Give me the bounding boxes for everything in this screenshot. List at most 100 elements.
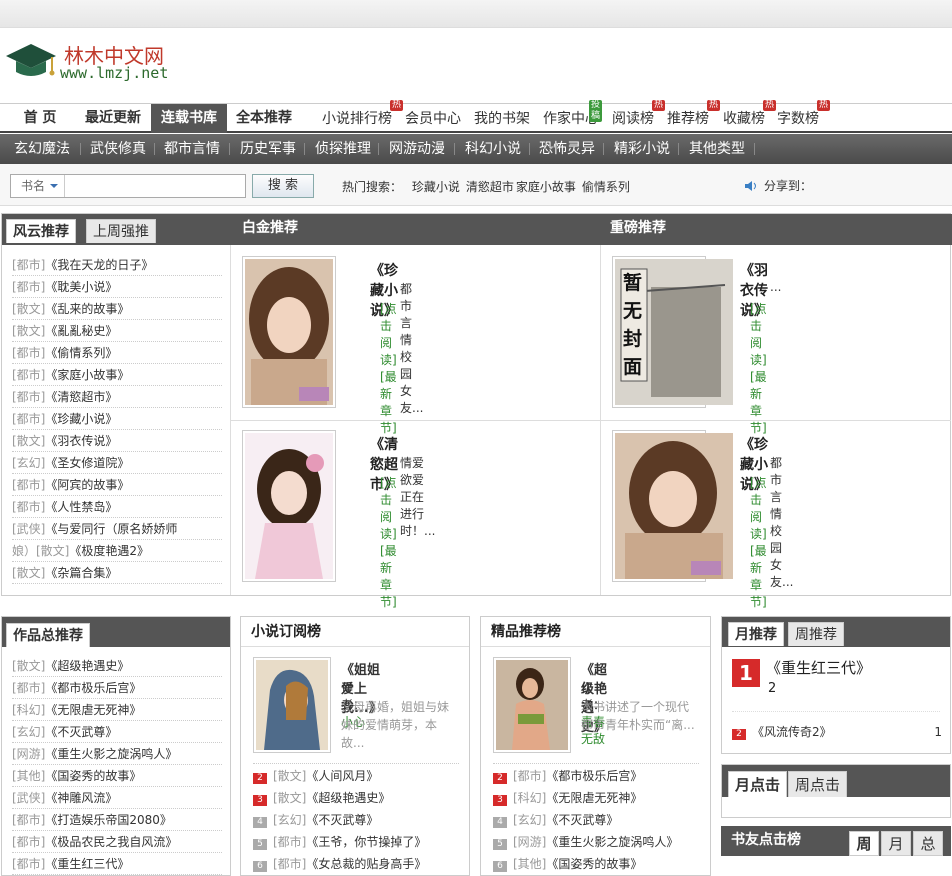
list-item-title[interactable]: 《家庭小故事》	[45, 368, 129, 382]
list-item-title[interactable]: 《羽衣传说》	[45, 434, 117, 448]
tab-week-recommend[interactable]: 周推荐	[788, 622, 844, 646]
rank-row[interactable]: 2 《风流传奇2》 1	[732, 721, 942, 743]
hot-search-link[interactable]: 珍藏小说	[412, 180, 460, 194]
rank-title[interactable]: 《超级艳遇史》	[306, 791, 390, 805]
list-item[interactable]: [都市]《阿宾的故事》	[12, 474, 222, 496]
book-cover[interactable]	[242, 256, 336, 408]
tab-friends-total[interactable]: 总	[913, 831, 943, 856]
list-item-title[interactable]: 《重生红三代》	[45, 857, 129, 871]
list-item-title[interactable]: 《偷情系列》	[45, 346, 117, 360]
category-kehuan[interactable]: 科幻小说	[465, 134, 521, 164]
list-item-title[interactable]: 《极品农民之我自风流》	[45, 835, 177, 849]
list-item[interactable]: [都市]《家庭小故事》	[12, 364, 222, 386]
nav-read-rank[interactable]: 阅读榜热	[612, 100, 666, 133]
rank-row[interactable]: 6 [其他]《国姿秀的故事》	[493, 853, 642, 875]
tab-works[interactable]: 作品总推荐	[6, 623, 90, 647]
hot-search-link[interactable]: 偷情系列	[582, 180, 630, 194]
search-field-select[interactable]: 书名	[11, 175, 65, 197]
latest-chapter-link[interactable]: [最新章节]	[750, 544, 767, 609]
nav-recommend-rank[interactable]: 推荐榜热	[667, 100, 721, 133]
list-item[interactable]: [科幻]《无限虐无死神》	[12, 699, 222, 721]
nav-bookshelf[interactable]: 我的书架	[474, 104, 530, 133]
list-item[interactable]: [网游]《重生火影之旋涡鸣人》	[12, 743, 222, 765]
rank-title[interactable]: 《女总裁的贴身高手》	[306, 857, 426, 871]
tab-last-week[interactable]: 上周强推	[86, 219, 156, 243]
tab-month-clicks[interactable]: 月点击	[728, 771, 788, 797]
nav-ranking[interactable]: 小说排行榜热	[322, 100, 404, 133]
book-cover[interactable]	[242, 430, 336, 582]
list-item[interactable]: [散文]《亂亂秘史》	[12, 320, 222, 342]
nav-words-rank[interactable]: 字数榜热	[777, 100, 831, 133]
list-item-title[interactable]: 《圣女修道院》	[45, 456, 129, 470]
tab-fengyun[interactable]: 风云推荐	[6, 219, 76, 243]
list-item-title[interactable]: 《杂篇合集》	[45, 566, 117, 580]
rank-title[interactable]: 《重生火影之旋涡鸣人》	[546, 835, 678, 849]
tab-week-clicks[interactable]: 周点击	[788, 771, 848, 797]
latest-chapter-link[interactable]: [最新章节]	[750, 370, 767, 435]
list-item-title[interactable]: 《打造娱乐帝国2080》	[45, 813, 172, 827]
nav-home[interactable]: 首 页	[10, 104, 70, 133]
rank-title[interactable]: 《不灭武尊》	[306, 813, 378, 827]
list-item[interactable]: [都市]《都市极乐后宫》	[12, 677, 222, 699]
book-cover[interactable]: 暂无封面	[612, 256, 733, 408]
category-lishi[interactable]: 历史军事	[240, 134, 296, 164]
search-button[interactable]: 搜 索	[252, 174, 314, 198]
read-link[interactable]: [点击阅读]	[380, 476, 397, 541]
list-item[interactable]: [散文]《乱来的故事》	[12, 298, 222, 320]
list-item-title[interactable]: 《不灭武尊》	[45, 725, 117, 739]
list-item[interactable]: [都市]《极品农民之我自风流》	[12, 831, 222, 853]
search-input[interactable]: 书名	[10, 174, 246, 198]
category-kongbu[interactable]: 恐怖灵异	[539, 134, 595, 164]
read-link[interactable]: [点击阅读]	[750, 476, 767, 541]
read-link[interactable]: [点击阅读]	[380, 302, 397, 367]
rank-row[interactable]: 6 [都市]《女总裁的贴身高手》	[253, 853, 426, 875]
list-item[interactable]: [散文]《超级艳遇史》	[12, 655, 222, 677]
category-qita[interactable]: 其他类型	[689, 134, 745, 164]
nav-author[interactable]: 作家中心 投稿	[543, 100, 603, 133]
rank-title[interactable]: 《风流传奇2》	[752, 725, 832, 739]
rank-title[interactable]: 《无限虐无死神》	[546, 791, 642, 805]
tab-month-recommend[interactable]: 月推荐	[728, 622, 784, 646]
list-item-title[interactable]: 《神雕风流》	[45, 791, 117, 805]
hot-search-link[interactable]: 家庭小故事	[516, 180, 576, 194]
site-logo[interactable]: 林木中文网 www.lmzj.net	[4, 38, 224, 88]
rank-row[interactable]: 2 [散文]《人间风月》	[253, 765, 378, 787]
list-item[interactable]: 娘）[散文]《极度艳遇2》	[12, 540, 222, 562]
list-item[interactable]: [都市]《清慾超市》	[12, 386, 222, 408]
list-item[interactable]: [散文]《杂篇合集》	[12, 562, 222, 584]
rank-title[interactable]: 《都市极乐后宫》	[546, 769, 642, 783]
category-wangyou[interactable]: 网游动漫	[389, 134, 445, 164]
list-item-title[interactable]: 《人性禁岛》	[45, 500, 117, 514]
list-item[interactable]: [都市]《打造娱乐帝国2080》	[12, 809, 222, 831]
list-item-title[interactable]: 《超级艳遇史》	[45, 659, 129, 673]
list-item-title[interactable]: 《都市极乐后宫》	[45, 681, 141, 695]
list-item[interactable]: [其他]《国姿秀的故事》	[12, 765, 222, 787]
list-item-title[interactable]: 《珍藏小说》	[45, 412, 117, 426]
list-item[interactable]: [都市]《耽美小说》	[12, 276, 222, 298]
rank-title[interactable]: 《不灭武尊》	[546, 813, 618, 827]
rank-title[interactable]: 《人间风月》	[306, 769, 378, 783]
tab-friends-month[interactable]: 月	[881, 831, 911, 856]
list-item-title[interactable]: 《阿宾的故事》	[45, 478, 129, 492]
rank-title[interactable]: 《王爷，你节操掉了》	[306, 835, 426, 849]
category-jingcai[interactable]: 精彩小说	[614, 134, 670, 164]
list-item[interactable]: [都市]《重生红三代》	[12, 853, 222, 875]
list-item[interactable]: [武侠]《与爱同行（原名娇娇师	[12, 518, 222, 540]
list-item[interactable]: [都市]《人性禁岛》	[12, 496, 222, 518]
category-zhentan[interactable]: 侦探推理	[315, 134, 371, 164]
list-item-title[interactable]: 《清慾超市》	[45, 390, 117, 404]
list-item[interactable]: [散文]《羽衣传说》	[12, 430, 222, 452]
book-cover[interactable]	[493, 657, 571, 753]
list-item-title[interactable]: 《无限虐无死神》	[45, 703, 141, 717]
category-xuanhuan[interactable]: 玄幻魔法	[14, 134, 70, 164]
latest-chapter-link[interactable]: [最新章节]	[380, 370, 397, 435]
list-item-title[interactable]: 《与爱同行（原名娇娇师	[45, 522, 177, 536]
list-item[interactable]: [玄幻]《圣女修道院》	[12, 452, 222, 474]
rank-row[interactable]: 4 [玄幻]《不灭武尊》	[493, 809, 618, 831]
list-item-title[interactable]: 《乱来的故事》	[45, 302, 129, 316]
read-link[interactable]: [点击阅读]	[750, 302, 767, 367]
list-item[interactable]: [都市]《偷情系列》	[12, 342, 222, 364]
list-item-title[interactable]: 《国姿秀的故事》	[45, 769, 141, 783]
hot-search-link[interactable]: 清慾超市	[466, 180, 514, 194]
list-item-title[interactable]: 《重生火影之旋涡鸣人》	[45, 747, 177, 761]
